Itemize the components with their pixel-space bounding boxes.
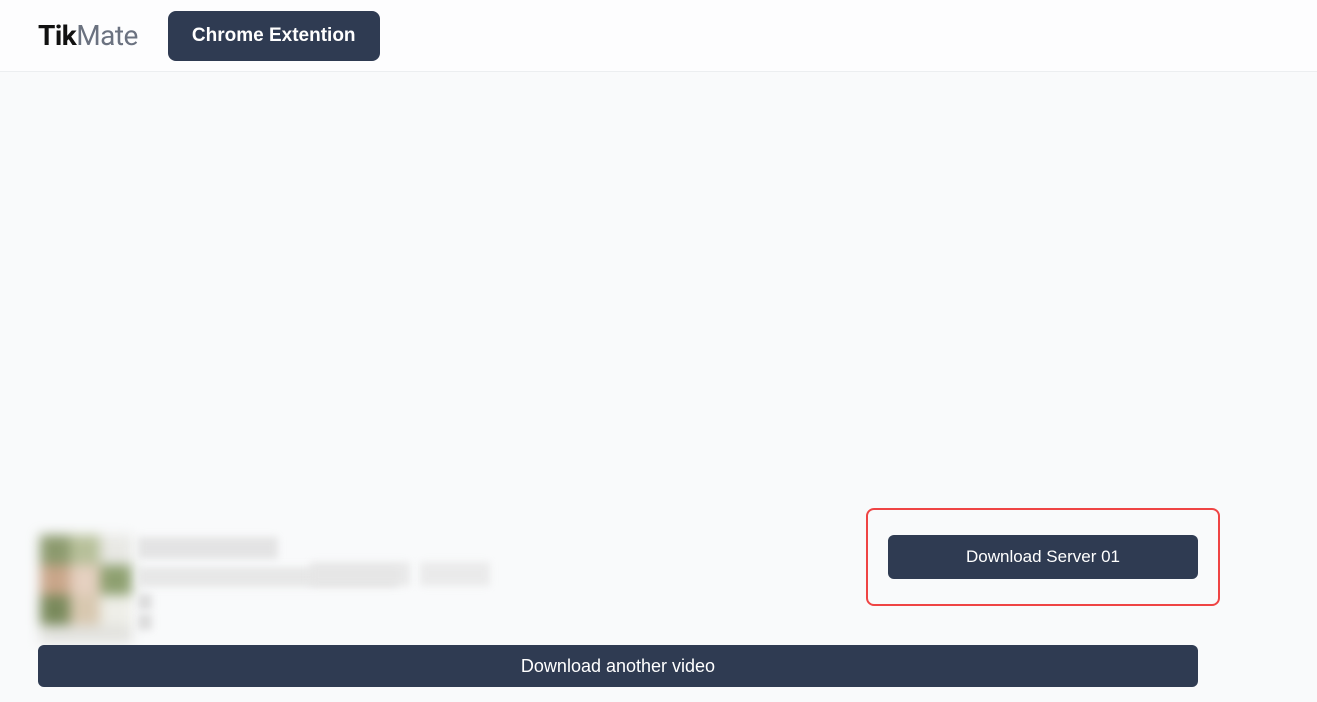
download-server-button[interactable]: Download Server 01 [888,535,1198,579]
logo-bold-part: Tik [38,19,76,52]
blurred-text-3 [310,562,410,586]
video-thumbnail [40,535,132,643]
blurred-text-6 [138,614,152,630]
blurred-text-4 [420,562,490,586]
main-content: Download Server 01 Download another vide… [0,72,1317,702]
chrome-extension-button[interactable]: Chrome Extention [168,11,380,61]
blurred-text-1 [138,537,278,559]
download-highlight-box: Download Server 01 [866,508,1220,606]
site-logo[interactable]: TikMate [38,19,138,52]
header: TikMate Chrome Extention [0,0,1317,72]
blurred-text-5 [138,594,152,610]
logo-rest-part: Mate [76,19,138,52]
download-another-button[interactable]: Download another video [38,645,1198,687]
